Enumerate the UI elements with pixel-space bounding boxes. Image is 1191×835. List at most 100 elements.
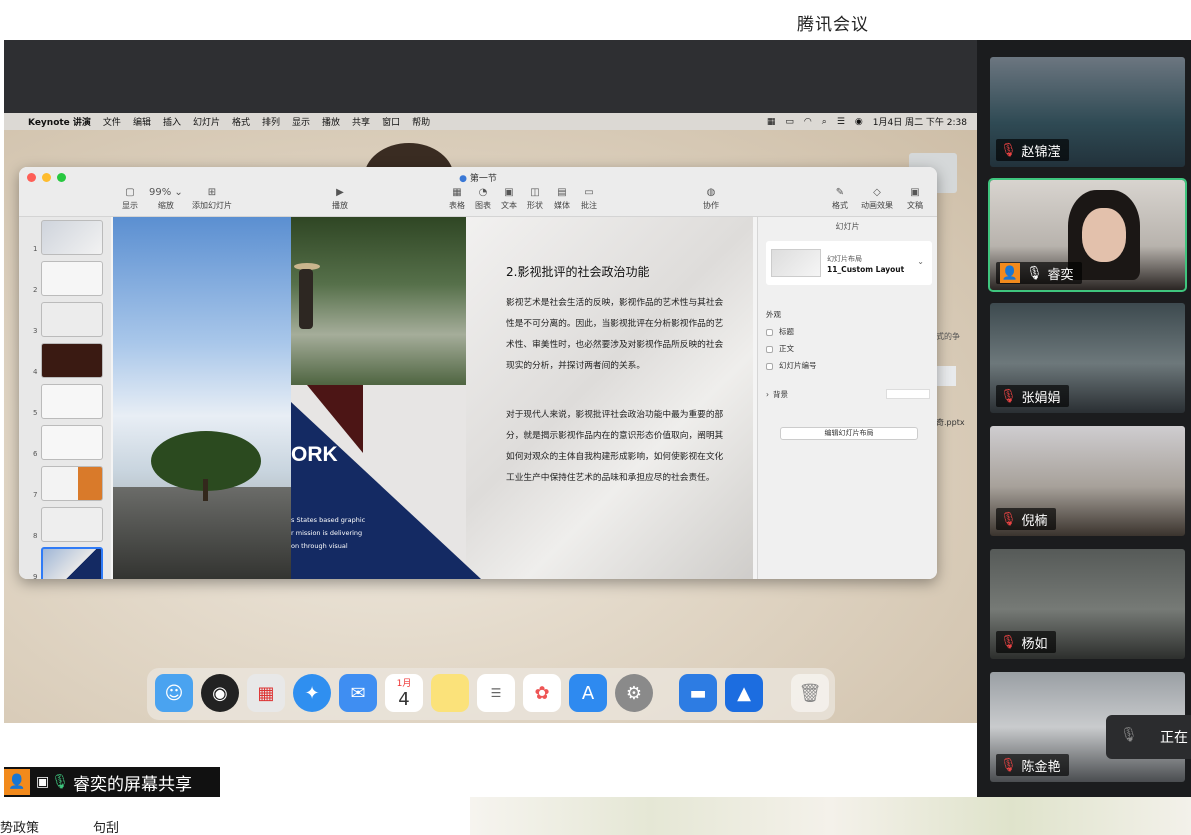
- document-icon: ▣: [910, 187, 920, 198]
- menubar-status: ▦ ▭ ◠ ⌕ ☰ ◉ 1月4日 周二 下午 2:38: [767, 115, 967, 129]
- layout-picker[interactable]: 幻灯片布局 11_Custom Layout ⌄: [766, 241, 932, 285]
- notes-icon[interactable]: [431, 674, 469, 712]
- photos-icon[interactable]: ✿: [523, 674, 561, 712]
- speaking-toast: 🎙 正在: [1106, 715, 1191, 759]
- add-slide-button[interactable]: ⊞ 添加幻灯片: [192, 187, 232, 211]
- slide-thumb[interactable]: [41, 261, 103, 296]
- edit-layout-button[interactable]: 编辑幻灯片布局: [780, 427, 918, 440]
- background-row[interactable]: › 背景: [766, 389, 788, 400]
- reminders-icon[interactable]: ☰: [477, 674, 515, 712]
- participant-tile[interactable]: 🎙 赵锦滢: [990, 57, 1185, 167]
- slide-thumb[interactable]: [41, 425, 103, 460]
- slide-inspector: 幻灯片 幻灯片布局 11_Custom Layout ⌄ 外观 标题 正文 幻灯…: [757, 217, 937, 579]
- media-button[interactable]: ▤ 媒体: [554, 187, 570, 211]
- menubar-clock[interactable]: 1月4日 周二 下午 2:38: [873, 115, 967, 128]
- rice-field-photo: [291, 217, 466, 385]
- menu-window[interactable]: 窗口: [382, 115, 400, 128]
- background-swatch[interactable]: [886, 389, 930, 399]
- table-button[interactable]: ▦ 表格: [449, 187, 465, 211]
- input-method-icon[interactable]: ▦: [767, 117, 776, 127]
- tencent-meeting-icon[interactable]: ▲: [725, 674, 763, 712]
- zoom-menu[interactable]: 99% ⌄ 缩放: [149, 187, 183, 211]
- mic-muted-icon: 🎙: [1000, 511, 1017, 527]
- desktop-file-label[interactable]: 奇.pptx: [936, 417, 965, 428]
- menu-help[interactable]: 帮助: [412, 115, 430, 128]
- menu-format[interactable]: 格式: [232, 115, 250, 128]
- participant-tile[interactable]: 🎙 张娟娟: [990, 303, 1185, 413]
- control-center-icon[interactable]: ☰: [837, 117, 845, 127]
- title-bar: 腾讯会议: [0, 0, 1191, 40]
- tencent-meeting-window: 腾讯会议 式的争 奇.pptx Keynote 讲演 文件 编辑 插入 幻灯片 …: [0, 0, 1191, 835]
- keynote-icon[interactable]: ▬: [679, 674, 717, 712]
- menu-file[interactable]: 文件: [103, 115, 121, 128]
- finder-icon[interactable]: ☺: [155, 674, 193, 712]
- slide-thumb[interactable]: [41, 466, 103, 501]
- desktop-side-label: 式的争: [936, 332, 960, 341]
- slide-thumb[interactable]: [41, 343, 103, 378]
- diamond-icon: ◇: [873, 187, 881, 198]
- slide-thumb[interactable]: [41, 302, 103, 337]
- plus-icon: ⊞: [207, 187, 217, 198]
- bottom-strip: 势政策 句刮: [0, 797, 1191, 835]
- slide-number-checkbox[interactable]: 幻灯片编号: [766, 360, 817, 371]
- participant-tile-active[interactable]: 👤 🎙 睿奕: [988, 178, 1187, 292]
- mic-icon: 🎙: [51, 774, 70, 790]
- display-button[interactable]: ▢ 显示: [122, 187, 138, 211]
- play-button[interactable]: ▶ 播放: [332, 187, 348, 211]
- text-button[interactable]: ▣ 文本: [501, 187, 517, 211]
- slide-english-text: s States based graphic r mission is deli…: [291, 516, 366, 550]
- menu-insert[interactable]: 插入: [163, 115, 181, 128]
- launchpad-icon[interactable]: ▦: [247, 674, 285, 712]
- menu-slide[interactable]: 幻灯片: [193, 115, 220, 128]
- collaborate-button[interactable]: ◍ 协作: [703, 187, 719, 211]
- battery-icon[interactable]: ▭: [785, 117, 794, 127]
- mic-muted-icon: 🎙: [1000, 634, 1017, 650]
- slide-navigator: 1 2 3 4 5 6 7 8 9: [19, 217, 111, 579]
- menu-edit[interactable]: 编辑: [133, 115, 151, 128]
- system-preferences-icon[interactable]: ⚙: [615, 674, 653, 712]
- participant-tile[interactable]: 🎙 倪楠: [990, 426, 1185, 536]
- slide-thumb-selected[interactable]: [41, 547, 103, 579]
- slide-paragraph-2: 对于现代人来说，影视批评社会政治功能中最为重要的部分，就是揭示影视作品内在的意识…: [506, 410, 724, 483]
- slide-thumb[interactable]: [41, 384, 103, 419]
- chart-icon: ◔: [478, 187, 488, 198]
- body-checkbox[interactable]: 正文: [766, 343, 794, 354]
- menu-keynote[interactable]: Keynote 讲演: [28, 115, 91, 128]
- mail-icon[interactable]: ✉: [339, 674, 377, 712]
- mac-dock: ☺ ◉ ▦ ✦ ✉ 1月 4 ☰ ✿ A ⚙ ▬ ▲ 🗑: [147, 668, 835, 720]
- menu-play[interactable]: 播放: [322, 115, 340, 128]
- mic-muted-icon: 🎙: [1000, 388, 1017, 404]
- comment-button[interactable]: ▭ 批注: [581, 187, 597, 211]
- animate-button[interactable]: ◇ 动画效果: [861, 187, 893, 211]
- siri-app-icon[interactable]: ◉: [201, 674, 239, 712]
- slide-canvas[interactable]: ORK s States based graphic r mission is …: [113, 217, 753, 579]
- siri-icon[interactable]: ◉: [855, 117, 863, 127]
- slide-thumb[interactable]: [41, 507, 103, 542]
- text-icon: ▣: [504, 187, 514, 198]
- table-icon: ▦: [452, 187, 462, 198]
- shared-screen: 式的争 奇.pptx Keynote 讲演 文件 编辑 插入 幻灯片 格式 排列…: [4, 40, 977, 723]
- wifi-icon[interactable]: ◠: [804, 117, 812, 127]
- desktop-file-icon[interactable]: [936, 366, 956, 386]
- calendar-icon[interactable]: 1月 4: [385, 674, 423, 712]
- app-store-icon[interactable]: A: [569, 674, 607, 712]
- chart-button[interactable]: ◔ 图表: [475, 187, 491, 211]
- document-button[interactable]: ▣ 文稿: [907, 187, 923, 211]
- shape-icon: ◫: [530, 187, 540, 198]
- safari-icon[interactable]: ✦: [293, 674, 331, 712]
- play-icon: ▶: [336, 187, 344, 198]
- title-checkbox[interactable]: 标题: [766, 326, 794, 337]
- slide-thumb[interactable]: [41, 220, 103, 255]
- mic-muted-icon: 🎙: [1000, 142, 1017, 158]
- shape-button[interactable]: ◫ 形状: [527, 187, 543, 211]
- sidebar-icon: ▢: [125, 187, 135, 198]
- search-icon[interactable]: ⌕: [822, 117, 827, 127]
- menu-arrange[interactable]: 排列: [262, 115, 280, 128]
- menu-share[interactable]: 共享: [352, 115, 370, 128]
- participant-tile[interactable]: 🎙 杨如: [990, 549, 1185, 659]
- comment-icon: ▭: [584, 187, 594, 198]
- trash-icon[interactable]: 🗑: [791, 674, 829, 712]
- mic-muted-icon: 🎙: [1000, 757, 1017, 773]
- format-button[interactable]: ✎ 格式: [832, 187, 848, 211]
- menu-view[interactable]: 显示: [292, 115, 310, 128]
